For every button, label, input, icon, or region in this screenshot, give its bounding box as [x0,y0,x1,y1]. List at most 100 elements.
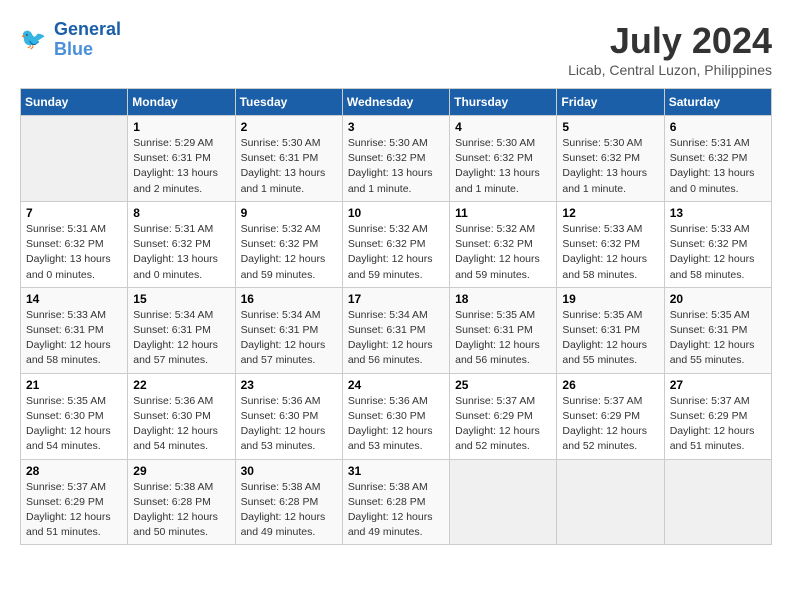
calendar-cell: 8 Sunrise: 5:31 AMSunset: 6:32 PMDaylight… [128,201,235,287]
calendar-cell: 6 Sunrise: 5:31 AMSunset: 6:32 PMDaylight… [664,116,771,202]
day-number: 19 [562,292,658,306]
day-info: Sunrise: 5:33 AMSunset: 6:32 PMDaylight:… [670,222,766,283]
calendar-cell: 7Sunrise: 5:31 AMSunset: 6:32 PMDaylight… [21,201,128,287]
day-info: Sunrise: 5:35 AMSunset: 6:31 PMDaylight:… [562,308,658,369]
calendar-week-row: 14Sunrise: 5:33 AMSunset: 6:31 PMDayligh… [21,287,772,373]
calendar-cell: 29 Sunrise: 5:38 AMSunset: 6:28 PMDayligh… [128,459,235,545]
calendar-cell: 5Sunrise: 5:30 AMSunset: 6:32 PMDaylight… [557,116,664,202]
day-info: Sunrise: 5:31 AMSunset: 6:32 PMDaylight:… [670,136,766,197]
column-header-monday: Monday [128,89,235,116]
day-info: Sunrise: 5:31 AMSunset: 6:32 PMDaylight:… [26,222,122,283]
day-info: Sunrise: 5:38 AMSunset: 6:28 PMDaylight:… [241,480,337,541]
day-number: 28 [26,464,122,478]
day-info: Sunrise: 5:29 AMSunset: 6:31 PMDaylight:… [133,136,229,197]
calendar-cell: 18Sunrise: 5:35 AMSunset: 6:31 PMDayligh… [450,287,557,373]
day-number: 13 [670,206,766,220]
day-info: Sunrise: 5:30 AMSunset: 6:31 PMDaylight:… [241,136,337,197]
calendar-cell [664,459,771,545]
svg-text:🐦: 🐦 [20,28,46,51]
calendar-cell [557,459,664,545]
day-number: 12 [562,206,658,220]
title-area: July 2024 Licab, Central Luzon, Philippi… [568,20,772,78]
day-number: 31 [348,464,444,478]
calendar-cell: 30 Sunrise: 5:38 AMSunset: 6:28 PMDayligh… [235,459,342,545]
day-info: Sunrise: 5:36 AMSunset: 6:30 PMDaylight:… [241,394,337,455]
calendar-cell: 19 Sunrise: 5:35 AMSunset: 6:31 PMDayligh… [557,287,664,373]
calendar-cell: 12 Sunrise: 5:33 AMSunset: 6:32 PMDayligh… [557,201,664,287]
day-info: Sunrise: 5:32 AMSunset: 6:32 PMDaylight:… [348,222,444,283]
calendar-cell [450,459,557,545]
calendar-cell: 24Sunrise: 5:36 AMSunset: 6:30 PMDayligh… [342,373,449,459]
calendar-cell: 31 Sunrise: 5:38 AMSunset: 6:28 PMDayligh… [342,459,449,545]
calendar-cell: 27 Sunrise: 5:37 AMSunset: 6:29 PMDayligh… [664,373,771,459]
day-info: Sunrise: 5:31 AMSunset: 6:32 PMDaylight:… [133,222,229,283]
calendar-cell: 11 Sunrise: 5:32 AMSunset: 6:32 PMDayligh… [450,201,557,287]
calendar-cell: 10 Sunrise: 5:32 AMSunset: 6:32 PMDayligh… [342,201,449,287]
day-number: 15 [133,292,229,306]
day-number: 5 [562,120,658,134]
column-header-saturday: Saturday [664,89,771,116]
day-info: Sunrise: 5:30 AMSunset: 6:32 PMDaylight:… [455,136,551,197]
day-number: 2 [241,120,337,134]
calendar-week-row: 7Sunrise: 5:31 AMSunset: 6:32 PMDaylight… [21,201,772,287]
day-info: Sunrise: 5:32 AMSunset: 6:32 PMDaylight:… [241,222,337,283]
logo-text: General Blue [54,20,121,60]
logo: 🐦 General Blue [20,20,121,60]
calendar-cell: 28 Sunrise: 5:37 AMSunset: 6:29 PMDayligh… [21,459,128,545]
day-info: Sunrise: 5:33 AMSunset: 6:32 PMDaylight:… [562,222,658,283]
calendar-cell: 15 Sunrise: 5:34 AMSunset: 6:31 PMDayligh… [128,287,235,373]
day-info: Sunrise: 5:38 AMSunset: 6:28 PMDaylight:… [348,480,444,541]
day-info: Sunrise: 5:37 AMSunset: 6:29 PMDaylight:… [562,394,658,455]
day-info: Sunrise: 5:32 AMSunset: 6:32 PMDaylight:… [455,222,551,283]
calendar-cell: 4 Sunrise: 5:30 AMSunset: 6:32 PMDaylight… [450,116,557,202]
day-number: 25 [455,378,551,392]
day-number: 8 [133,206,229,220]
day-info: Sunrise: 5:30 AMSunset: 6:32 PMDaylight:… [348,136,444,197]
day-number: 6 [670,120,766,134]
day-number: 27 [670,378,766,392]
day-number: 29 [133,464,229,478]
day-number: 20 [670,292,766,306]
day-info: Sunrise: 5:37 AMSunset: 6:29 PMDaylight:… [455,394,551,455]
column-header-sunday: Sunday [21,89,128,116]
calendar-week-row: 21 Sunrise: 5:35 AMSunset: 6:30 PMDayligh… [21,373,772,459]
calendar-cell: 2 Sunrise: 5:30 AMSunset: 6:31 PMDaylight… [235,116,342,202]
calendar-cell: 20Sunrise: 5:35 AMSunset: 6:31 PMDayligh… [664,287,771,373]
calendar-cell: 21 Sunrise: 5:35 AMSunset: 6:30 PMDayligh… [21,373,128,459]
calendar-cell: 16Sunrise: 5:34 AMSunset: 6:31 PMDayligh… [235,287,342,373]
day-number: 9 [241,206,337,220]
day-number: 21 [26,378,122,392]
day-info: Sunrise: 5:36 AMSunset: 6:30 PMDaylight:… [133,394,229,455]
day-number: 11 [455,206,551,220]
calendar-cell: 1Sunrise: 5:29 AMSunset: 6:31 PMDaylight… [128,116,235,202]
day-info: Sunrise: 5:34 AMSunset: 6:31 PMDaylight:… [133,308,229,369]
day-number: 17 [348,292,444,306]
calendar-header-row: SundayMondayTuesdayWednesdayThursdayFrid… [21,89,772,116]
calendar-cell: 26Sunrise: 5:37 AMSunset: 6:29 PMDayligh… [557,373,664,459]
day-number: 22 [133,378,229,392]
location: Licab, Central Luzon, Philippines [568,62,772,78]
day-info: Sunrise: 5:35 AMSunset: 6:30 PMDaylight:… [26,394,122,455]
calendar-cell [21,116,128,202]
column-header-wednesday: Wednesday [342,89,449,116]
day-info: Sunrise: 5:38 AMSunset: 6:28 PMDaylight:… [133,480,229,541]
calendar-cell: 9 Sunrise: 5:32 AMSunset: 6:32 PMDaylight… [235,201,342,287]
day-number: 14 [26,292,122,306]
column-header-thursday: Thursday [450,89,557,116]
calendar-cell: 25 Sunrise: 5:37 AMSunset: 6:29 PMDayligh… [450,373,557,459]
day-info: Sunrise: 5:34 AMSunset: 6:31 PMDaylight:… [348,308,444,369]
day-number: 23 [241,378,337,392]
day-number: 18 [455,292,551,306]
calendar-cell: 23 Sunrise: 5:36 AMSunset: 6:30 PMDayligh… [235,373,342,459]
day-number: 4 [455,120,551,134]
day-number: 24 [348,378,444,392]
day-info: Sunrise: 5:34 AMSunset: 6:31 PMDaylight:… [241,308,337,369]
month-title: July 2024 [568,20,772,62]
day-number: 30 [241,464,337,478]
day-info: Sunrise: 5:37 AMSunset: 6:29 PMDaylight:… [26,480,122,541]
logo-icon: 🐦 [20,25,50,55]
calendar-cell: 14Sunrise: 5:33 AMSunset: 6:31 PMDayligh… [21,287,128,373]
page-header: 🐦 General Blue July 2024 Licab, Central … [20,20,772,78]
day-number: 10 [348,206,444,220]
day-info: Sunrise: 5:37 AMSunset: 6:29 PMDaylight:… [670,394,766,455]
